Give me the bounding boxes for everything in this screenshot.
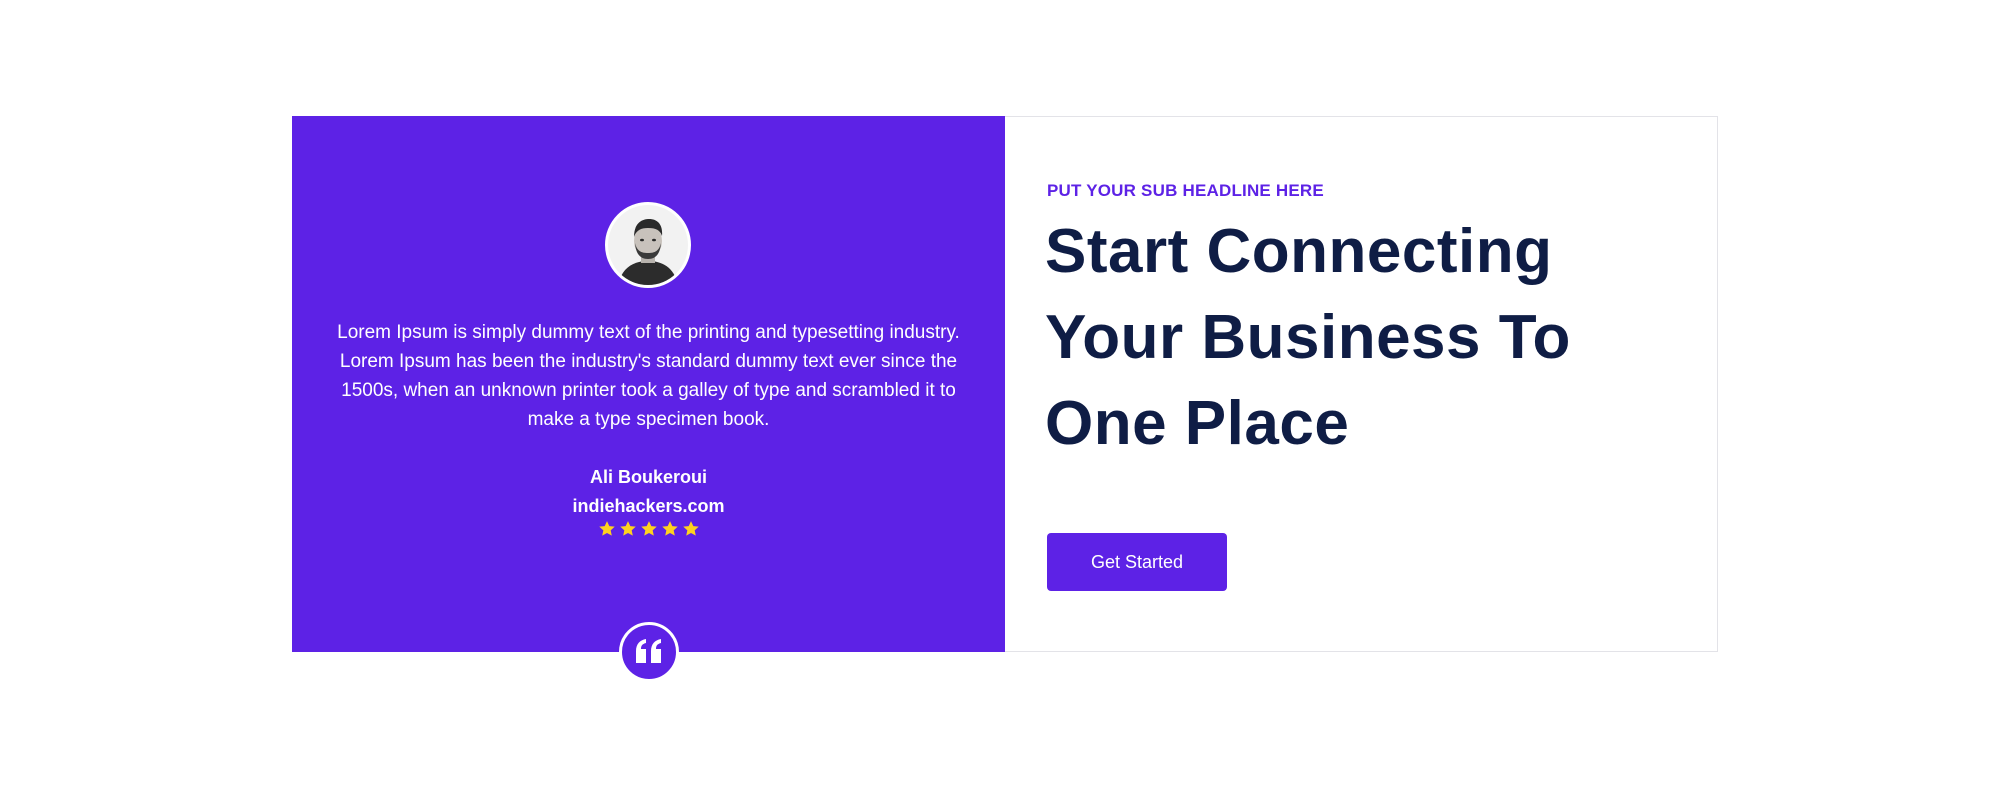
star-icon — [661, 521, 678, 536]
quote-marks-icon — [636, 639, 661, 663]
testimonial-quote: Lorem Ipsum is simply dummy text of the … — [337, 322, 960, 430]
hero-card: Lorem Ipsum is simply dummy text of the … — [292, 116, 1718, 682]
page-headline: Start Connecting Your Business To One Pl… — [1045, 217, 1571, 458]
star-icon — [619, 521, 636, 536]
avatar-portrait-icon — [608, 205, 688, 285]
author-name: Ali Boukeroui — [589, 467, 707, 487]
author-site: indiehackers.com — [572, 496, 725, 516]
star-icon — [640, 521, 657, 536]
testimonial-panel: Lorem Ipsum is simply dummy text of the … — [292, 116, 1005, 682]
avatar — [605, 202, 691, 288]
quote-icon — [619, 622, 679, 682]
star-icon — [598, 521, 615, 536]
star-icon — [682, 521, 699, 536]
sub-headline: PUT YOUR SUB HEADLINE HERE — [1047, 181, 1324, 200]
star-rating — [292, 520, 1005, 542]
get-started-button[interactable]: Get Started — [1047, 533, 1227, 591]
hero-content-panel: PUT YOUR SUB HEADLINE HERE Start Connect… — [1005, 116, 1718, 652]
